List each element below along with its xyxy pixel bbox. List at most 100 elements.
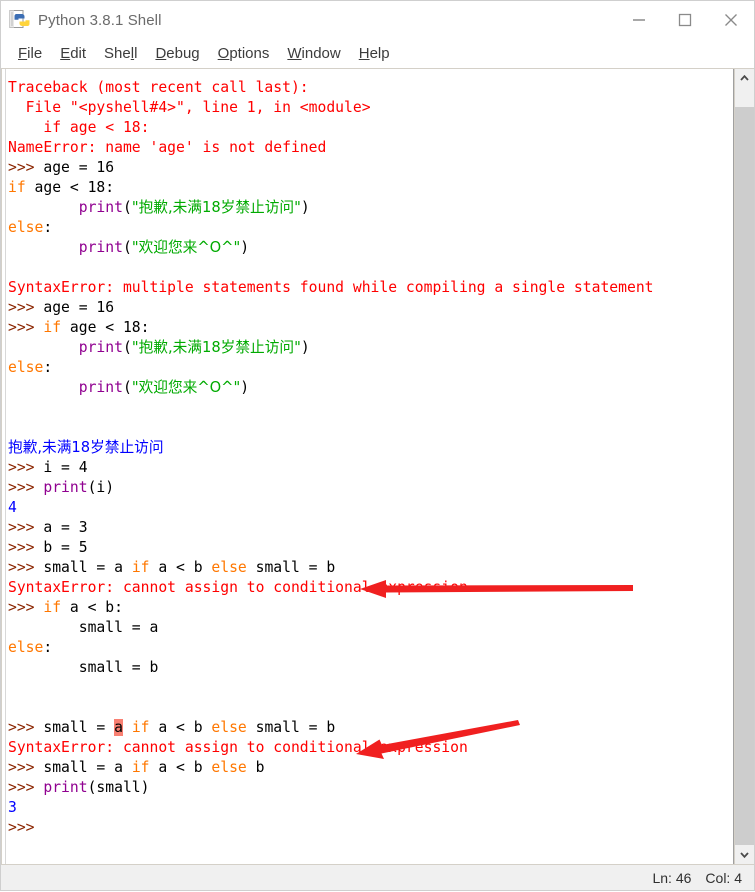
chevron-up-icon — [740, 74, 749, 81]
scroll-up-button[interactable] — [735, 69, 754, 88]
console-span-def: small = b — [246, 559, 336, 576]
console-line: else: — [8, 218, 733, 238]
console-line: SyntaxError: multiple statements found w… — [8, 278, 733, 298]
console-span-str: "抱歉,未满18岁禁止访问" — [131, 339, 301, 356]
console-span-builtin: print — [43, 479, 88, 496]
console-line: >>> if age < 18: — [8, 318, 733, 338]
console-span-kw: if — [8, 179, 26, 196]
console-span-kw: else — [8, 639, 44, 656]
console-line: >>> age = 16 — [8, 298, 733, 318]
console-span-builtin: print — [78, 239, 123, 256]
console-span-err: SyntaxError: cannot assign to conditiona… — [8, 739, 468, 756]
console-span-def: ( — [122, 239, 132, 256]
console-output[interactable]: Traceback (most recent call last): File … — [2, 78, 733, 838]
console-span-def: a < b — [149, 759, 212, 776]
menu-item-edit[interactable]: Edit — [51, 44, 95, 63]
console-span-kw: else — [211, 719, 247, 736]
menu-item-window[interactable]: Window — [278, 44, 349, 63]
console-span-err: NameError: name 'age' is not defined — [8, 139, 327, 156]
console-span-def: small = b — [246, 719, 336, 736]
console-line: 4 — [8, 498, 733, 518]
close-button[interactable] — [708, 1, 754, 39]
console-span-kw: if — [131, 559, 150, 576]
console-line: if age < 18: — [8, 118, 733, 138]
console-span-def: small = a — [8, 619, 159, 636]
console-line: if age < 18: — [8, 178, 733, 198]
console-line: >>> print(i) — [8, 478, 733, 498]
console-span-kw: if — [131, 759, 150, 776]
console-span-prompt: >>> — [8, 719, 44, 736]
console-line: 3 — [8, 798, 733, 818]
console-span-def: small = a — [43, 559, 132, 576]
python-idle-icon — [8, 9, 30, 31]
console-span-out: 4 — [8, 499, 17, 516]
console-span-prompt: >>> — [8, 519, 44, 536]
console-span-def: (small) — [87, 779, 150, 796]
console-span-err: SyntaxError: multiple statements found w… — [8, 279, 654, 296]
console-span-def: age = 16 — [43, 159, 115, 176]
console-span-prompt: >>> — [8, 759, 44, 776]
console-span-def: age < 18: — [25, 179, 115, 196]
console-line: >>> — [8, 818, 733, 838]
window-title: Python 3.8.1 Shell — [38, 11, 162, 29]
console-span-str: "抱歉,未满18岁禁止访问" — [131, 199, 301, 216]
console-span-prompt: >>> — [8, 299, 44, 316]
menu-item-help[interactable]: Help — [350, 44, 399, 63]
console-span-out: 抱歉,未满18岁禁止访问 — [8, 439, 164, 456]
status-column-number: Col: 4 — [705, 869, 742, 886]
console-line: File "<pyshell#4>", line 1, in <module> — [8, 98, 733, 118]
console-span-builtin: print — [43, 779, 88, 796]
console-line: else: — [8, 358, 733, 378]
console-span-def — [8, 239, 79, 256]
console-span-def — [123, 719, 132, 736]
console-line: SyntaxError: cannot assign to conditiona… — [8, 738, 733, 758]
console-line: small = b — [8, 658, 733, 678]
console-span-def: : — [43, 219, 53, 236]
console-span-def: small = — [43, 719, 115, 736]
vertical-scrollbar[interactable] — [734, 69, 754, 864]
console-line: NameError: name 'age' is not defined — [8, 138, 733, 158]
scrollbar-thumb[interactable] — [735, 107, 754, 845]
menu-item-options[interactable]: Options — [209, 44, 279, 63]
console-span-out: 3 — [8, 799, 17, 816]
console-line: else: — [8, 638, 733, 658]
shell-text-area[interactable]: Traceback (most recent call last): File … — [1, 69, 734, 864]
console-span-kw: if — [43, 319, 62, 336]
scrollbar-track[interactable] — [735, 88, 754, 845]
console-span-def: i = 4 — [43, 459, 88, 476]
console-span-prompt: >>> — [8, 819, 35, 836]
console-span-prompt: >>> — [8, 779, 44, 796]
scroll-down-button[interactable] — [735, 845, 754, 864]
console-span-kw: else — [211, 559, 247, 576]
console-span-def: ) — [300, 199, 310, 216]
console-span-def — [8, 379, 79, 396]
console-line: >>> i = 4 — [8, 458, 733, 478]
shell-body: Traceback (most recent call last): File … — [1, 68, 754, 864]
menu-item-debug[interactable]: Debug — [146, 44, 208, 63]
console-span-def: small = a — [43, 759, 132, 776]
console-line: 抱歉,未满18岁禁止访问 — [8, 438, 733, 458]
console-line: >>> small = a if a < b else small = b — [8, 558, 733, 578]
console-line: SyntaxError: cannot assign to conditiona… — [8, 578, 733, 598]
status-line-number: Ln: 46 — [652, 869, 692, 886]
console-span-prompt: >>> — [8, 479, 44, 496]
window-controls — [616, 1, 754, 39]
console-span-prompt: >>> — [8, 159, 44, 176]
maximize-button[interactable] — [662, 1, 708, 39]
console-line: print("欢迎您来^O^") — [8, 378, 733, 398]
console-span-def: a = 3 — [43, 519, 88, 536]
console-span-def: (i) — [87, 479, 115, 496]
console-span-kw: if — [131, 719, 150, 736]
console-span-prompt: >>> — [8, 459, 44, 476]
minimize-button[interactable] — [616, 1, 662, 39]
console-span-def: ( — [122, 379, 132, 396]
console-span-prompt: >>> — [8, 539, 44, 556]
console-span-err: Traceback (most recent call last): — [8, 79, 309, 96]
menu-item-shell[interactable]: Shell — [95, 44, 146, 63]
menu-item-file[interactable]: File — [9, 44, 51, 63]
console-span-def: ) — [300, 339, 310, 356]
console-line: print("欢迎您来^O^") — [8, 238, 733, 258]
console-span-def: ) — [240, 239, 250, 256]
